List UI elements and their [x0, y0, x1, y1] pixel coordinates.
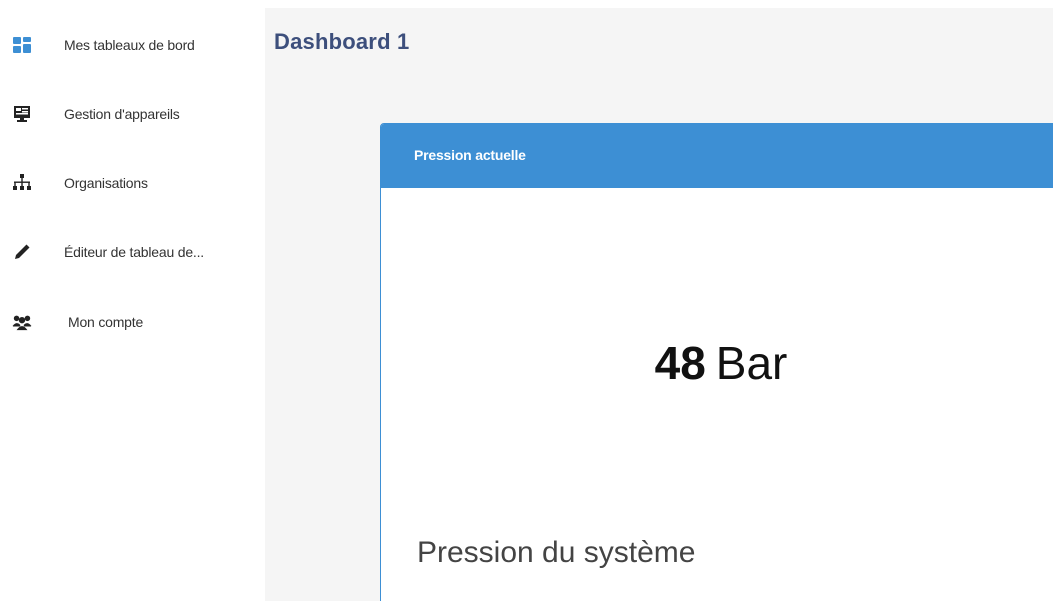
device-icon [12, 104, 32, 124]
pressure-unit: Bar [715, 337, 788, 389]
widget-subtitle: Pression du système [417, 536, 696, 569]
widget-header: Pression actuelle [381, 124, 1053, 188]
sidebar-item-label: Gestion d'appareils [64, 106, 180, 122]
pencil-icon [12, 242, 32, 262]
org-tree-icon [12, 173, 32, 193]
dashboard-icon [12, 35, 32, 55]
sidebar-item-label: Mon compte [68, 314, 144, 330]
sidebar-item-label: Organisations [64, 175, 148, 191]
page-title: Dashboard 1 [274, 29, 410, 54]
sidebar-item-account[interactable]: Mon compte [0, 302, 265, 342]
users-icon [12, 312, 32, 332]
widget-title: Pression actuelle [414, 147, 526, 163]
main-content: Dashboard 1 Pression actuelle 48 Bar Pres… [265, 8, 1053, 601]
sidebar: Mes tableaux de bord Gestion d'appareils [0, 0, 265, 601]
pressure-widget: Pression actuelle 48 Bar Pression du syst… [380, 123, 1053, 601]
sidebar-item-devices[interactable]: Gestion d'appareils [0, 94, 265, 134]
pressure-number: 48 [654, 337, 706, 389]
sidebar-item-label: Éditeur de tableau de... [64, 244, 204, 260]
sidebar-item-label: Mes tableaux de bord [64, 37, 195, 53]
sidebar-item-organisations[interactable]: Organisations [0, 163, 265, 203]
sidebar-item-dashboards[interactable]: Mes tableaux de bord [0, 25, 265, 65]
app-root: Mes tableaux de bord Gestion d'appareils [0, 0, 1053, 601]
sidebar-item-dashboard-editor[interactable]: Éditeur de tableau de... [0, 232, 265, 272]
pressure-value: 48 Bar [381, 336, 1053, 390]
